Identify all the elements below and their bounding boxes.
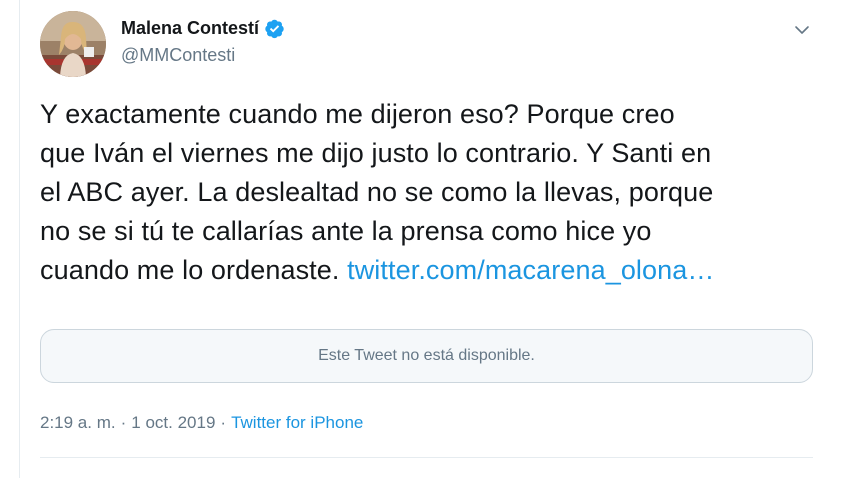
chevron-down-icon[interactable] xyxy=(792,20,812,40)
tweet-text-line: cuando me lo ordenaste. xyxy=(40,255,348,285)
tweet-header: Malena Contestí @MMContesti xyxy=(40,11,285,77)
author-display-name[interactable]: Malena Contestí xyxy=(121,18,259,39)
tweet-text-line: Y exactamente cuando me dijeron eso? Por… xyxy=(40,99,675,129)
timeline-divider xyxy=(19,0,20,478)
tweet-text-line: el ABC ayer. La deslealtad no se como la… xyxy=(40,177,714,207)
tweet-metadata: 2:19 a. m. · 1 oct. 2019 · Twitter for iPhon… xyxy=(40,413,363,433)
tweet-text: Y exactamente cuando me dijeron eso? Por… xyxy=(40,95,830,290)
tweet-card: Malena Contestí @MMContesti Y exactament… xyxy=(0,0,850,478)
unavailable-message: Este Tweet no está disponible. xyxy=(318,347,535,364)
tweet-text-last-line: cuando me lo ordenaste. twitter.com/maca… xyxy=(40,251,830,290)
tweet-text-line: que Iván el viernes me dijo justo lo con… xyxy=(40,138,712,168)
tweet-text-line: no se si tú te callarías ante la prensa … xyxy=(40,216,652,246)
tweet-date[interactable]: 1 oct. 2019 xyxy=(131,413,215,432)
name-row: Malena Contestí xyxy=(121,17,285,41)
quoted-tweet-link[interactable]: twitter.com/macarena_olona… xyxy=(347,255,714,285)
verified-badge-icon xyxy=(264,18,285,39)
unavailable-quoted-tweet: Este Tweet no está disponible. xyxy=(40,329,813,383)
author-names: Malena Contestí @MMContesti xyxy=(121,17,285,66)
divider xyxy=(40,457,813,458)
author-handle[interactable]: @MMContesti xyxy=(121,45,285,66)
avatar-photo xyxy=(40,11,106,77)
meta-separator: · xyxy=(220,413,227,432)
tweet-source-link[interactable]: Twitter for iPhone xyxy=(231,413,363,432)
avatar[interactable] xyxy=(40,11,106,77)
meta-separator: · xyxy=(120,413,127,432)
tweet-time[interactable]: 2:19 a. m. xyxy=(40,413,116,432)
